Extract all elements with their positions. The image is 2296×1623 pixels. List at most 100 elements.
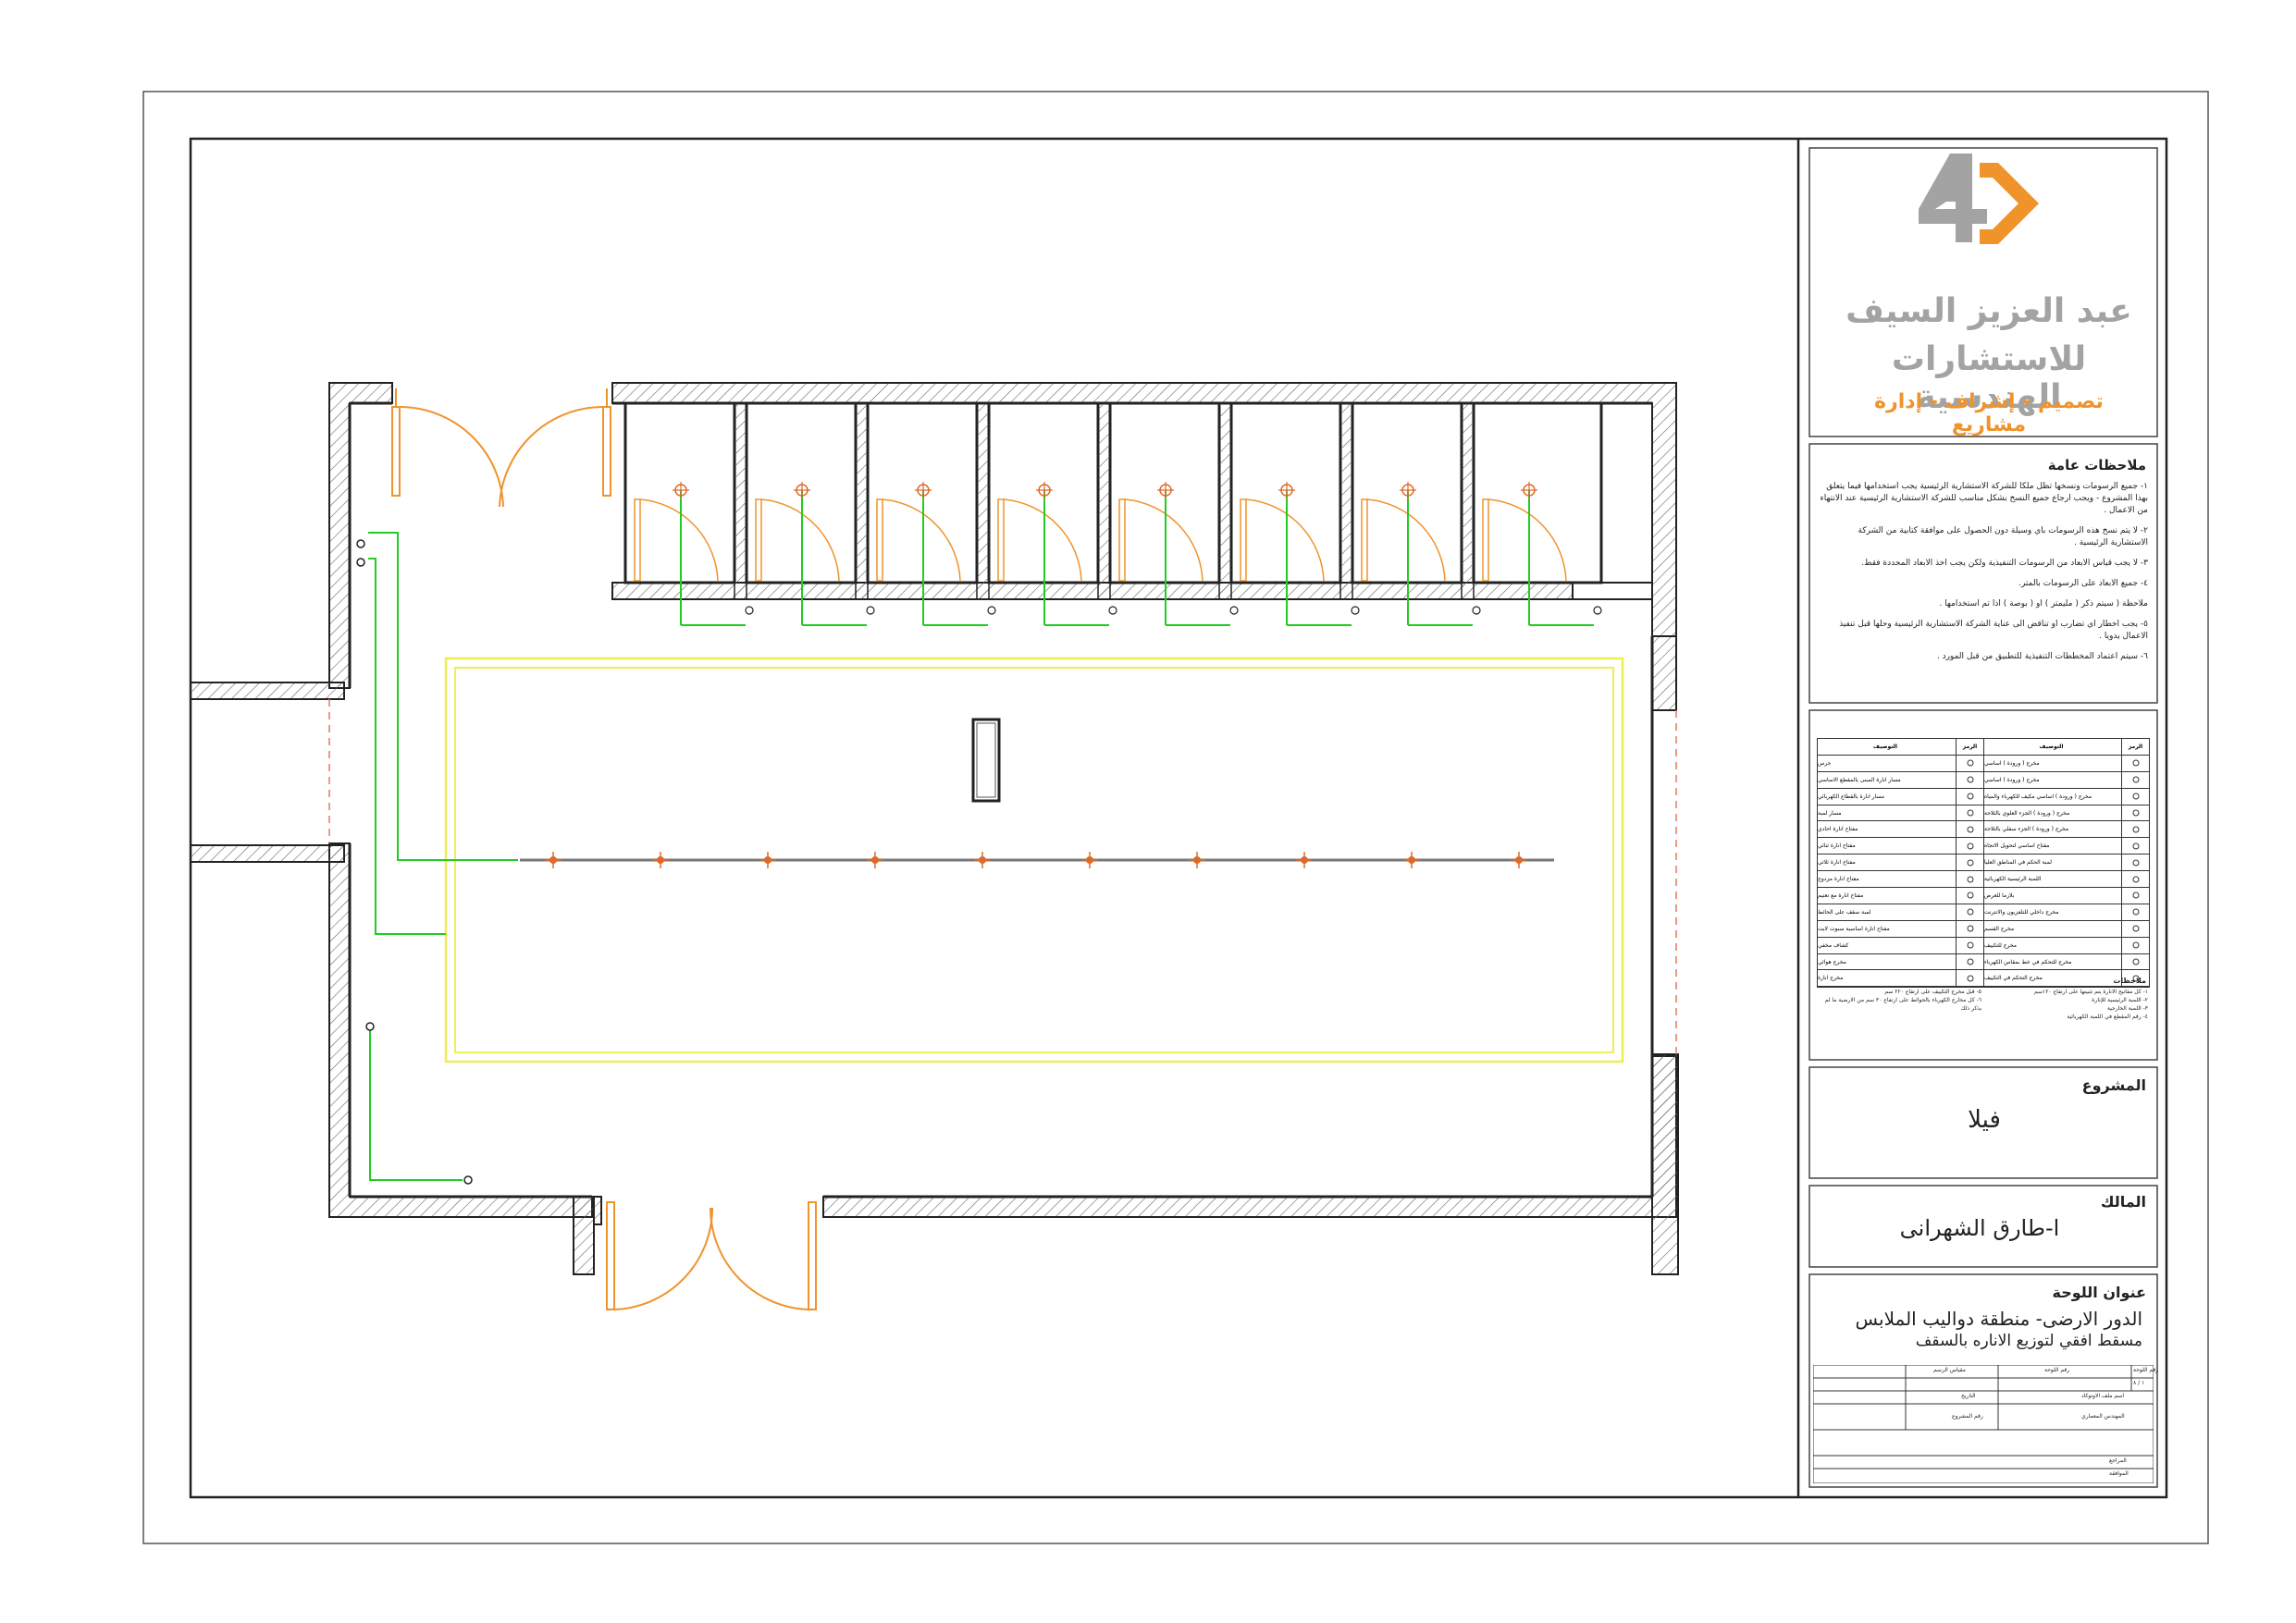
sheet-info-grid: رقم اللوحة ١ / ٨ رقم اللوحة مقياس الرسم … [1813,1365,2158,1483]
legend-footnotes-left: ٥- قبل مخرج التكييف على ارتفاع ٢٢٠ سم ٦-… [1819,988,1981,1013]
closet-switch-icon [1472,606,1481,615]
sheet-no-value: ١ / ٨ [2133,1380,2145,1386]
legend-footnote: ٦- كل مخارج الكهرباء بالحوائط على ارتفاع… [1824,997,1981,1012]
legend-footnotes-title: ملاحظات [2113,977,2146,985]
legend-row: مسار انارة بالقطاع الكهربائي [1818,788,1983,805]
notes-title: ملاحظات عامة [2047,457,2146,473]
owner-label: المالك [2100,1193,2146,1211]
legend-row: لمبة الحكم في المناطق العليا [1984,855,2149,872]
legend-symbol-icon [1956,904,1983,920]
legend-row: مفتاح انارة مع تعتيم [1818,888,1983,904]
legend-row: مخرج للتحكم في خط بمقاس الكهرباء [1984,953,2149,971]
engineer-label: المهندس المعماري [2081,1413,2125,1420]
legend-symbol-icon [2121,953,2149,970]
note-item: ١- جميع الرسومات ونسخها تظل ملكا للشركة … [1820,482,2149,515]
legend-row: مفتاح انارة اساسية سبوت لايت [1818,920,1983,938]
legend-description: بلازما للعرض [1984,891,2015,899]
drawing-no-label: رقم اللوحة [2044,1367,2070,1373]
ceiling-light-icon [545,852,562,868]
reviewer-label: المراجع [2109,1457,2127,1464]
legend-symbol-icon [2121,871,2149,888]
legend-symbol-icon [2121,937,2149,953]
legend-symbol-icon [2121,805,2149,821]
legend-table: الرمز التوصيف مخرج ( ورودة ) اساسي مخرج (… [1817,738,2150,989]
legend-footnote: ٢- اللمبة الرئيسية للإنارة [2092,997,2148,1003]
4d-logo-icon [1919,154,2039,244]
legend-row: مخرج القسم [1984,920,2149,938]
legend-description: مسار انارة المبنى بالمقطع الاساسي [1818,776,1901,783]
legend-symbol-icon [1956,920,1983,937]
legend-symbol-icon [2121,888,2149,904]
legend-row: مخرج ( ورودة ) الجزء سفلي بالثلاجة [1984,821,2149,839]
legend-symbol-icon [1956,937,1983,953]
legend-row: مفتاح انارة احادي [1818,821,1983,839]
legend-footnote: ٤- رقم المقطع في اللمبة الكهربائية [2067,1014,2148,1020]
legend-symbol-icon [1956,755,1983,771]
legend-row: اللمبة الرئيسية الكهربائية [1984,871,2149,889]
legend-symbol-icon [2121,920,2149,937]
approval-label: الموافقة [2109,1470,2129,1477]
room-outline [348,401,1654,1199]
legend-symbol-icon [2121,821,2149,838]
sheet-title-line1: الدور الارضى- منطقة دواليب الملابس [1855,1308,2142,1330]
legend-row: مخرج للتكييف [1984,937,2149,954]
file-name-label: اسم ملف الاوتوكاد [2081,1393,2125,1399]
sheet-title-label: عنوان اللوحة [2052,1284,2147,1301]
closet-switch-icon [1593,606,1602,615]
legend-header-symbol: الرمز [1956,739,1983,755]
legend-description: مخرج القسم [1984,925,2015,932]
legend-header: الرمز التوصيف [1984,739,2149,756]
wall-hatch [190,382,1679,1275]
legend-description: مفتاح انارة مزدوج [1818,876,1859,883]
scale-label: مقياس الرسم [1933,1367,1966,1373]
legend-symbol-icon [2121,904,2149,920]
legend-symbol-icon [1956,855,1983,871]
legend-footnote: ٣- اللمبة الخارجية [2106,1005,2148,1012]
closet-switch-icon [866,606,875,615]
legend-row: مفتاح اساسي لتحويل الاتجاه [1984,838,2149,855]
legend-row: مسار لمبة [1818,805,1983,822]
legend-description: مفتاح اساسي لتحويل الاتجاه [1984,842,2050,850]
legend-symbol-icon [2121,755,2149,771]
legend-description: مفتاح انارة اساسية سبوت لايت [1818,925,1890,932]
legend-description: لمبة سقف على الحائط [1818,908,1871,916]
legend-symbol-icon [1956,788,1983,805]
legend-description: مخرج ( ورودة ) الجزء العلوي بالثلاجة [1984,809,2070,817]
note-item: ٦- سيتم اعتماد المخططات التنفيذية للتطبي… [1936,652,2148,661]
legend-description: مخرج ( ورودة ) اساسي مكيف للكهرباء والمي… [1984,793,2092,800]
legend-row: لمبة سقف على الحائط [1818,904,1983,921]
legend-description: مخرج ( ورودة ) اساسي [1984,759,2040,767]
legend-description: مسار لمبة [1818,809,1842,817]
entry-door-bottom [606,1201,817,1310]
legend-description: مخرج داخلي للتلفزيون والانترنت [1984,908,2059,916]
legend-header-symbol: الرمز [2121,739,2149,755]
legend-symbol-icon [1956,838,1983,855]
legend-footnote: ١- كل مفاتيح الانارة يتم تثبيتها على ارت… [2033,989,2148,995]
company-services: تصميم - إشراف - إدارة مشاريع [1874,390,2104,436]
company-name-line1: عبد العزيز السيف [1845,292,2132,330]
note-item: ٥- يجب اخطار اي تضارب او تناقض الى عناية… [1839,620,2148,641]
legend-row: مخرج ( ورودة ) اساسي [1984,771,2149,789]
owner-value: ا-طارق الشهرانى [1899,1215,2060,1241]
note-item: ٣- لا يجب قياس الابعاد من الرسومات التنف… [1861,559,2148,568]
ceiling-light-icon [1081,852,1098,868]
closet-bottom-wall [611,582,1653,600]
legend-row: مخرج ( ورودة ) الجزء العلوي بالثلاجة [1984,805,2149,822]
closet-switch-icon [1108,606,1117,615]
legend-description: مخرج للتحكم في خط بمقاس الكهرباء [1984,958,2072,965]
legend-description: مفتاح انارة احادي [1818,826,1858,833]
wiring [368,532,518,1181]
floor-plan [190,382,1679,1310]
legend-symbol-icon [1956,888,1983,904]
closet-switch-icon [745,606,754,615]
legend-row: مفتاح انارة ثنائي [1818,838,1983,855]
legend-description: كشاف مخفي [1818,941,1849,949]
closet-switch-icon [1229,606,1239,615]
legend-row: مخرج داخلي للتلفزيون والانترنت [1984,904,2149,921]
legend-symbol-icon [1956,771,1983,788]
legend-symbol-icon [2121,855,2149,871]
legend-footnote: ٥- قبل مخرج التكييف على ارتفاع ٢٢٠ سم [1884,989,1981,995]
legend-symbol-icon [1956,871,1983,888]
legend-row: مخرج ( ورودة ) اساسي [1984,755,2149,772]
legend-row: بلازما للعرض [1984,888,2149,904]
